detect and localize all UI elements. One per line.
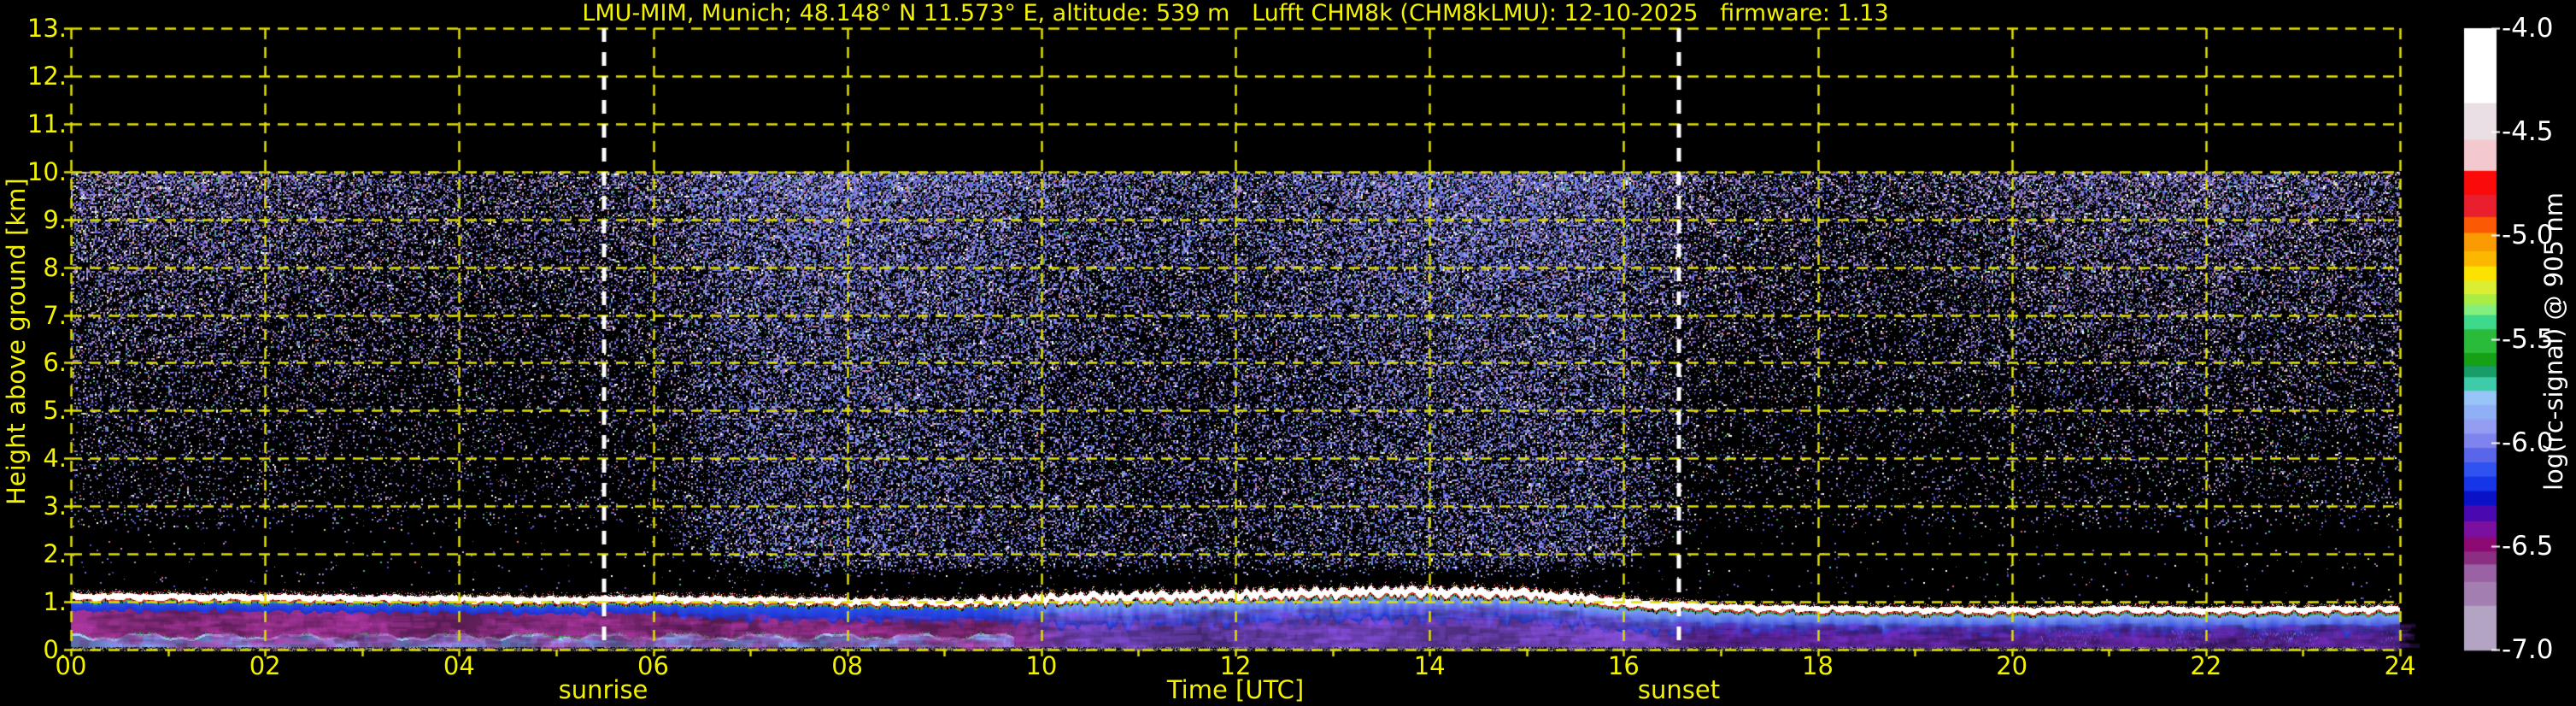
page-title: LMU-MIM, Munich; 48.148° N 11.573° E, al… xyxy=(582,0,1889,26)
colorbar-tick-label: -6.0 xyxy=(2502,427,2554,458)
y-tick-label: 11. xyxy=(26,109,67,138)
y-tick-label: 0. xyxy=(43,635,67,664)
x-tick-label: 04 xyxy=(443,651,475,680)
y-tick-label: 7. xyxy=(43,300,67,330)
x-tick-label: 18 xyxy=(1802,651,1834,680)
sunrise-label: sunrise xyxy=(558,675,648,704)
x-tick-label: 22 xyxy=(2190,651,2222,680)
y-axis-label: Height above ground [km] xyxy=(2,178,31,506)
x-tick-label: 10 xyxy=(1025,651,1058,680)
colorbar-tick-label: -6.5 xyxy=(2502,530,2554,562)
y-tick-label: 5. xyxy=(43,396,67,426)
colorbar-tick-label: -4.5 xyxy=(2502,116,2554,148)
y-tick-label: 3. xyxy=(43,491,67,521)
colorbar-tick-label: -4.0 xyxy=(2502,13,2554,44)
y-tick-label: 13. xyxy=(26,14,67,43)
x-tick-label: 16 xyxy=(1607,651,1640,680)
x-tick-label: 06 xyxy=(637,651,669,680)
y-tick-label: 4. xyxy=(43,444,67,474)
colorbar-tick-label: -5.0 xyxy=(2502,220,2554,251)
x-tick-label: 20 xyxy=(1996,651,2028,680)
x-tick-label: 12 xyxy=(1219,651,1252,680)
ceilometer-heatmap-canvas xyxy=(0,0,2576,706)
x-tick-label: 02 xyxy=(249,651,281,680)
x-tick-label: 24 xyxy=(2384,651,2416,680)
y-tick-label: 2. xyxy=(43,539,67,569)
sunset-label: sunset xyxy=(1637,675,1721,704)
y-tick-label: 10. xyxy=(26,156,67,186)
y-tick-label: 12. xyxy=(26,61,67,91)
x-tick-label: 08 xyxy=(831,651,864,680)
ceilometer-quicklook: LMU-MIM, Munich; 48.148° N 11.573° E, al… xyxy=(0,0,2576,706)
y-tick-label: 9. xyxy=(43,204,67,234)
colorbar-tick-label: -5.5 xyxy=(2502,323,2554,355)
y-tick-label: 8. xyxy=(43,252,67,282)
y-tick-label: 6. xyxy=(43,348,67,378)
y-tick-label: 1. xyxy=(43,587,67,617)
colorbar-tick-label: -7.0 xyxy=(2502,634,2554,665)
x-axis-label: Time [UTC] xyxy=(1166,675,1305,704)
x-tick-label: 14 xyxy=(1413,651,1446,680)
